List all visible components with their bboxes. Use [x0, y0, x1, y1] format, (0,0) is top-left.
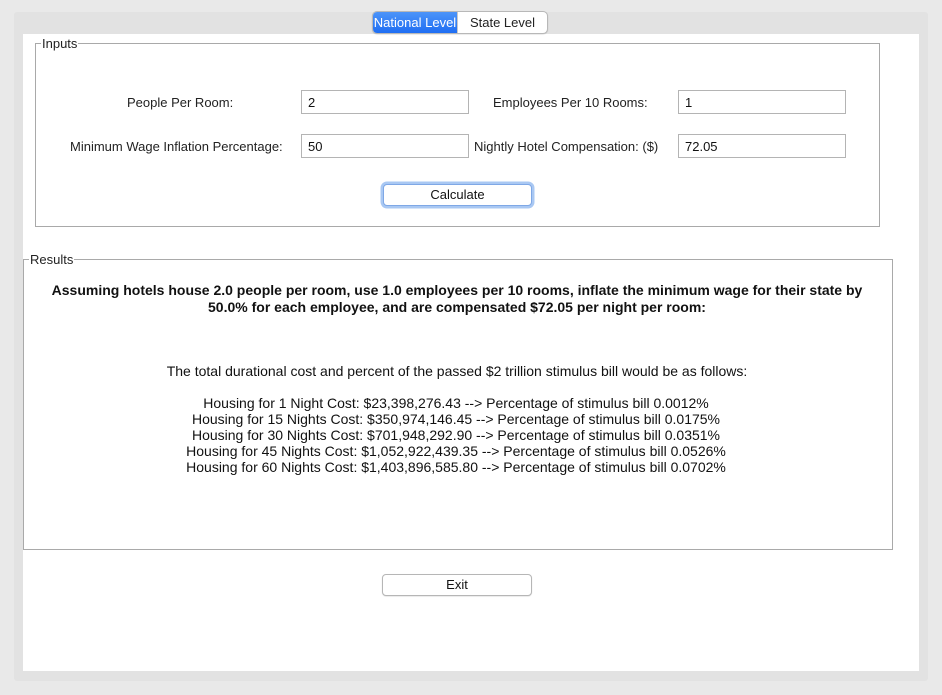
people-per-room-label: People Per Room:	[127, 95, 234, 110]
cost-line-15-nights: Housing for 15 Nights Cost: $350,974,146…	[191, 411, 721, 427]
cost-line-45-nights: Housing for 45 Nights Cost: $1,052,922,4…	[186, 443, 726, 459]
inputs-legend: Inputs	[41, 36, 79, 51]
people-per-room-field[interactable]	[301, 90, 469, 114]
calculate-button[interactable]: Calculate	[383, 184, 532, 206]
tab-national-level[interactable]: National Level	[373, 12, 457, 33]
results-summary: Assuming hotels house 2.0 people per roo…	[51, 282, 863, 315]
results-cost-lines: Housing for 1 Night Cost: $23,398,276.43…	[40, 395, 872, 475]
employees-per-10-rooms-field[interactable]	[678, 90, 846, 114]
results-intro: The total durational cost and percent of…	[166, 363, 748, 379]
cost-line-30-nights: Housing for 30 Nights Cost: $701,948,292…	[191, 427, 721, 443]
cost-line-60-nights: Housing for 60 Nights Cost: $1,403,896,5…	[186, 459, 726, 475]
results-legend: Results	[29, 252, 75, 267]
nightly-compensation-label: Nightly Hotel Compensation: ($)	[474, 139, 659, 154]
cost-line-1-night: Housing for 1 Night Cost: $23,398,276.43…	[203, 395, 709, 411]
min-wage-inflation-field[interactable]	[301, 134, 469, 158]
tab-bar: National Level State Level	[372, 11, 548, 34]
exit-button[interactable]: Exit	[382, 574, 532, 596]
employees-per-10-rooms-label: Employees Per 10 Rooms:	[493, 95, 648, 110]
nightly-compensation-field[interactable]	[678, 134, 846, 158]
tab-state-level[interactable]: State Level	[457, 12, 547, 33]
min-wage-inflation-label: Minimum Wage Inflation Percentage:	[70, 139, 283, 154]
